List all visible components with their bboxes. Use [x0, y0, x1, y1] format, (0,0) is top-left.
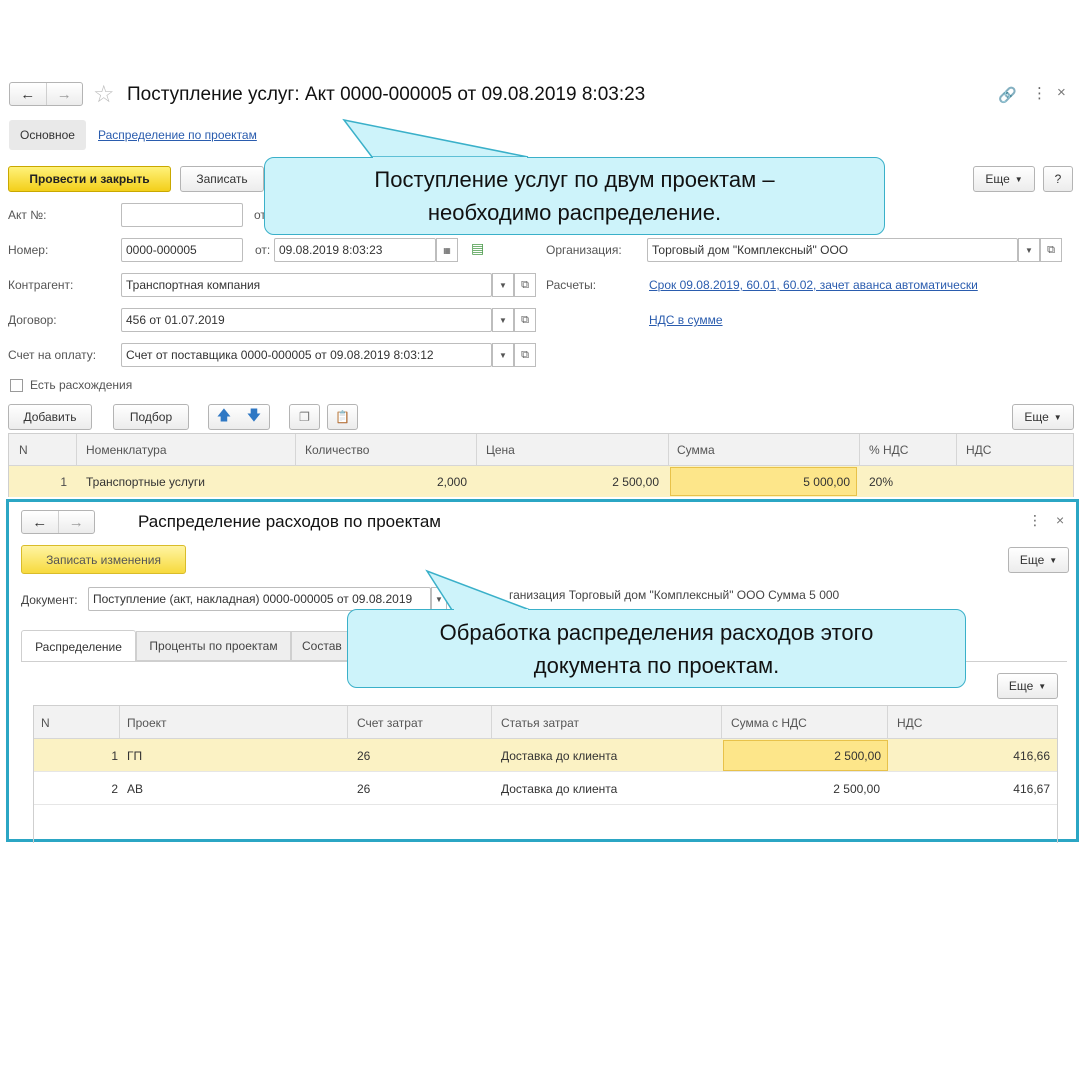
callout-bottom-joint	[454, 609, 528, 612]
callout-top: Поступление услуг по двум проектам – нео…	[264, 157, 885, 235]
callout-top-pointer	[342, 118, 529, 158]
callout-bottom-text: Обработка распределения расходов этого д…	[439, 619, 874, 678]
callout-top-joint	[373, 157, 527, 160]
callout-bottom-pointer	[425, 569, 531, 611]
callout-top-text: Поступление услуг по двум проектам – нео…	[374, 167, 775, 225]
callout-bottom: Обработка распределения расходов этого д…	[347, 609, 966, 688]
